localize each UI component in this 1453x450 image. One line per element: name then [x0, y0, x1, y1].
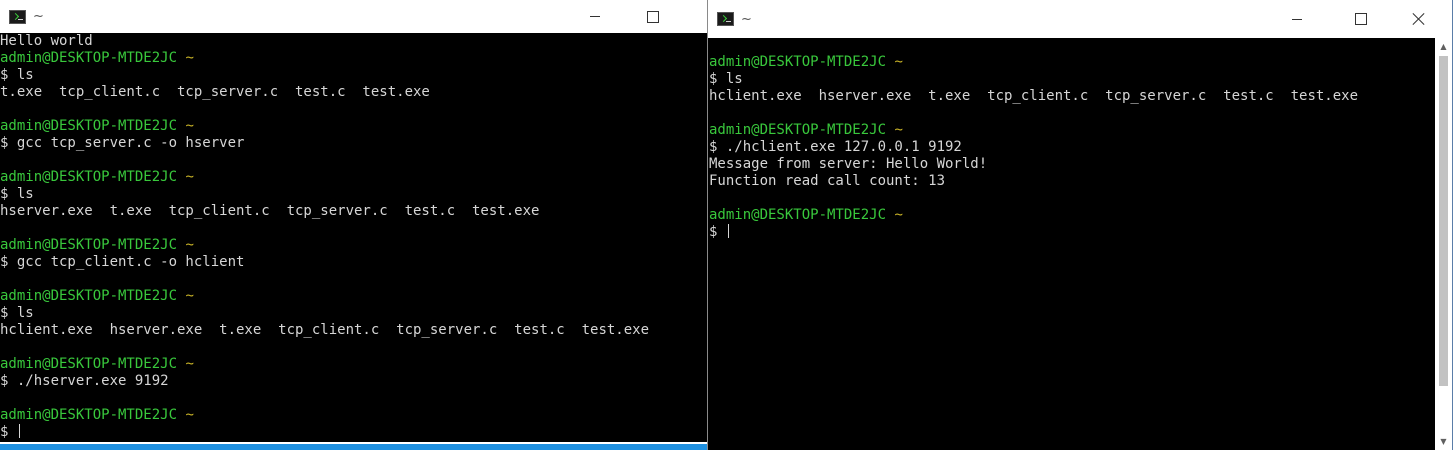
prompt-line: admin@DESKTOP-MTDE2JC ~: [0, 50, 649, 67]
input-prompt-symbol: $: [709, 224, 726, 240]
prompt-line: admin@DESKTOP-MTDE2JC ~: [0, 407, 649, 424]
prompt-line: admin@DESKTOP-MTDE2JC ~: [709, 122, 1358, 139]
text-cursor: [727, 224, 729, 238]
text-cursor: [18, 424, 20, 438]
command-input-line[interactable]: $: [0, 424, 649, 441]
output-line: $ ls: [0, 305, 34, 321]
maximize-icon: [647, 10, 659, 23]
maximize-button[interactable]: [630, 0, 676, 33]
prompt-user-host: admin@DESKTOP-MTDE2JC: [0, 356, 178, 372]
terminal-icon: [9, 9, 26, 24]
output-line: $ ls: [0, 67, 34, 83]
title-bar[interactable]: ~: [0, 0, 707, 33]
close-button[interactable]: [1396, 0, 1442, 38]
prompt-line: admin@DESKTOP-MTDE2JC ~: [709, 54, 1358, 71]
prompt-user-host: admin@DESKTOP-MTDE2JC: [709, 207, 887, 223]
output-line: $ gcc tcp_client.c -o hclient: [0, 254, 245, 270]
command-input-line[interactable]: $: [709, 224, 1358, 241]
prompt-directory: ~: [185, 50, 194, 66]
prompt-line: admin@DESKTOP-MTDE2JC ~: [709, 207, 1358, 224]
prompt-directory: ~: [185, 356, 194, 372]
scroll-down-icon[interactable]: ▼: [1435, 433, 1452, 450]
prompt-directory: ~: [894, 54, 903, 70]
window-title: ~: [741, 11, 752, 27]
prompt-directory: ~: [894, 122, 903, 138]
terminal-window-right[interactable]: ~ admin@DESKTOP-MTDE2JC ~ $ ls hclient.exe…: [707, 0, 1453, 450]
minimize-button[interactable]: [1274, 0, 1320, 38]
window-title: ~: [33, 9, 44, 24]
output-line: hclient.exe hserver.exe t.exe tcp_client…: [709, 88, 1359, 104]
input-prompt-symbol: $: [0, 424, 17, 440]
maximize-button[interactable]: [1338, 0, 1384, 38]
output-line: $ ls: [709, 71, 743, 87]
prompt-directory: ~: [185, 169, 194, 185]
terminal-output[interactable]: admin@DESKTOP-MTDE2JC ~ $ ls hclient.exe h…: [708, 54, 1358, 241]
title-bar[interactable]: ~: [708, 0, 1452, 38]
prompt-user-host: admin@DESKTOP-MTDE2JC: [0, 169, 178, 185]
terminal-icon: [717, 12, 734, 26]
minimize-button[interactable]: [572, 0, 618, 33]
prompt-user-host: admin@DESKTOP-MTDE2JC: [0, 50, 178, 66]
output-line: $ gcc tcp_server.c -o hserver: [0, 135, 245, 151]
output-line: hclient.exe hserver.exe t.exe tcp_client…: [0, 322, 650, 338]
taskbar: [0, 442, 707, 450]
terminal-window-left[interactable]: ~ Hello world admin@DESKTOP-MTDE2JC ~ $ ls…: [0, 0, 707, 450]
prompt-user-host: admin@DESKTOP-MTDE2JC: [709, 122, 887, 138]
maximize-icon: [1355, 13, 1367, 25]
scroll-up-icon[interactable]: ▲: [1435, 38, 1452, 55]
output-line: Hello world: [0, 33, 93, 49]
prompt-line: admin@DESKTOP-MTDE2JC ~: [0, 237, 649, 254]
minimize-icon: [590, 16, 600, 17]
scroll-thumb[interactable]: [1439, 56, 1448, 386]
output-line: $ ls: [0, 186, 34, 202]
output-line: hserver.exe t.exe tcp_client.c tcp_serve…: [0, 203, 540, 219]
prompt-user-host: admin@DESKTOP-MTDE2JC: [709, 54, 887, 70]
close-icon: [1413, 13, 1425, 25]
output-line: $ ./hserver.exe 9192: [0, 373, 169, 389]
prompt-line: admin@DESKTOP-MTDE2JC ~: [0, 169, 649, 186]
prompt-directory: ~: [894, 207, 903, 223]
prompt-line: admin@DESKTOP-MTDE2JC ~: [0, 288, 649, 305]
prompt-user-host: admin@DESKTOP-MTDE2JC: [0, 118, 178, 134]
output-line: Message from server: Hello World!: [709, 156, 988, 172]
prompt-user-host: admin@DESKTOP-MTDE2JC: [0, 288, 178, 304]
prompt-line: admin@DESKTOP-MTDE2JC ~: [0, 356, 649, 373]
output-line: Function read call count: 13: [709, 173, 946, 189]
output-line: $ ./hclient.exe 127.0.0.1 9192: [709, 139, 962, 155]
output-line: t.exe tcp_client.c tcp_server.c test.c t…: [0, 84, 430, 100]
prompt-user-host: admin@DESKTOP-MTDE2JC: [0, 237, 178, 253]
terminal-output[interactable]: Hello world admin@DESKTOP-MTDE2JC ~ $ ls t.…: [0, 33, 649, 441]
prompt-directory: ~: [185, 407, 194, 423]
prompt-line: admin@DESKTOP-MTDE2JC ~: [0, 118, 649, 135]
minimize-icon: [1292, 18, 1302, 20]
prompt-directory: ~: [185, 237, 194, 253]
vertical-scrollbar[interactable]: ▲ ▼: [1435, 38, 1452, 450]
prompt-user-host: admin@DESKTOP-MTDE2JC: [0, 407, 178, 423]
prompt-directory: ~: [185, 118, 194, 134]
prompt-directory: ~: [185, 288, 194, 304]
